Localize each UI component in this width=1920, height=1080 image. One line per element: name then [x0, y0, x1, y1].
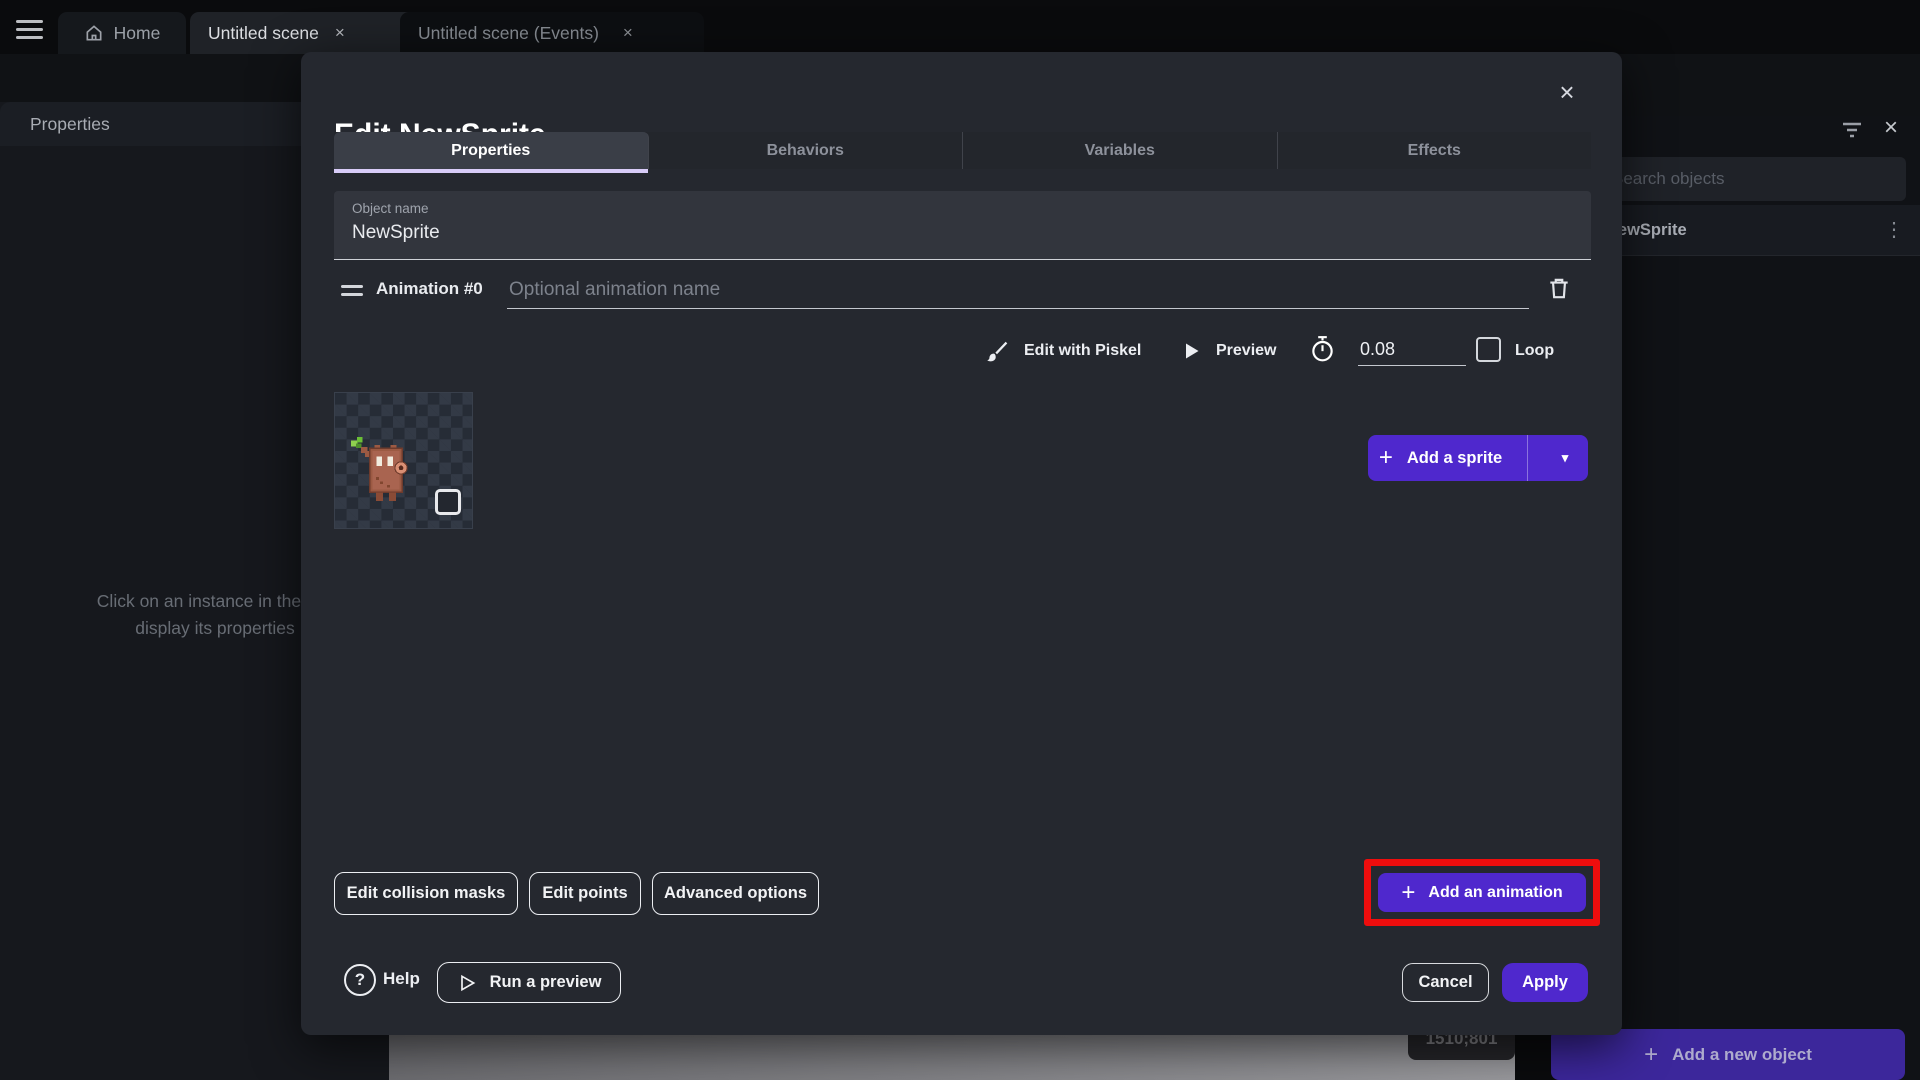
dialog-tabs: Properties Behaviors Variables Effects [334, 132, 1592, 173]
loop-label: Loop [1515, 342, 1555, 359]
cancel-button[interactable]: Cancel [1402, 963, 1489, 1002]
tab-variables[interactable]: Variables [963, 132, 1278, 169]
advanced-options-button[interactable]: Advanced options [652, 872, 819, 915]
tab-label: Untitled scene [208, 22, 319, 43]
close-tab-icon[interactable]: × [623, 23, 633, 43]
tab-label: Home [113, 22, 161, 43]
help-button[interactable]: Help [383, 969, 420, 989]
brush-icon [984, 338, 1010, 364]
tab-untitled-scene[interactable]: Untitled scene × [190, 12, 424, 54]
tab-behaviors[interactable]: Behaviors [649, 132, 963, 169]
timer-icon [1309, 335, 1336, 363]
object-name-field[interactable]: Object name NewSprite [334, 191, 1591, 260]
edit-points-button[interactable]: Edit points [529, 872, 641, 915]
top-tab-bar: Home Untitled scene × Untitled scene (Ev… [0, 0, 1920, 54]
loop-checkbox[interactable] [1476, 337, 1501, 362]
highlight-rectangle: + Add an animation [1364, 859, 1600, 926]
play-icon [1181, 341, 1201, 361]
tab-properties[interactable]: Properties [334, 132, 649, 173]
drag-handle-icon[interactable] [341, 285, 363, 296]
animation-title: Animation #0 [376, 279, 483, 298]
object-name-label: Object name [352, 201, 429, 216]
tab-effects[interactable]: Effects [1278, 132, 1592, 169]
plus-icon: + [1644, 1040, 1659, 1068]
add-new-object-button[interactable]: + Add a new object [1551, 1029, 1905, 1080]
tab-label: Untitled scene (Events) [418, 22, 599, 43]
object-list-item[interactable]: NewSprite ⋮ [1580, 205, 1920, 256]
tab-untitled-scene-events[interactable]: Untitled scene (Events) × [400, 12, 704, 54]
main-menu-icon[interactable] [16, 20, 43, 39]
tab-home[interactable]: Home [58, 12, 186, 54]
edit-collision-masks-button[interactable]: Edit collision masks [334, 872, 518, 915]
add-sprite-button[interactable]: + Add a sprite ▾ [1368, 435, 1588, 481]
gdevelop-window: Home Untitled scene × Untitled scene (Ev… [0, 0, 1920, 1080]
scene-canvas-edge[interactable]: 1510;801 [389, 1018, 1515, 1080]
filter-icon[interactable] [1840, 120, 1864, 140]
object-menu-icon[interactable]: ⋮ [1884, 217, 1904, 242]
close-dialog-icon[interactable]: × [1549, 74, 1585, 110]
delete-animation-icon[interactable] [1546, 274, 1572, 302]
animation-name-input[interactable] [507, 272, 1529, 309]
play-outline-icon [457, 973, 477, 993]
apply-button[interactable]: Apply [1502, 963, 1588, 1002]
sprite-frame-thumbnail[interactable] [334, 392, 473, 529]
edit-with-piskel-button[interactable]: Edit with Piskel [984, 337, 1141, 365]
help-icon[interactable]: ? [344, 964, 376, 996]
plus-icon: + [1378, 444, 1393, 471]
run-preview-button[interactable]: Run a preview [437, 962, 621, 1003]
edit-sprite-dialog: Edit NewSprite × Properties Behaviors Va… [301, 52, 1622, 1035]
home-icon [84, 23, 104, 43]
close-panel-icon[interactable]: × [1884, 114, 1898, 142]
properties-panel-title: Properties [30, 113, 110, 134]
preview-button[interactable]: Preview [1181, 337, 1276, 365]
add-animation-button[interactable]: + Add an animation [1378, 873, 1586, 912]
plus-icon: + [1401, 878, 1416, 906]
search-objects-input[interactable] [1596, 157, 1906, 201]
frame-duration-input[interactable] [1358, 333, 1466, 366]
object-name-value: NewSprite [352, 222, 440, 243]
close-tab-icon[interactable]: × [335, 23, 345, 43]
frame-select-checkbox[interactable] [435, 489, 461, 515]
chevron-down-icon[interactable]: ▾ [1542, 435, 1588, 481]
objects-panel: × NewSprite ⋮ [1580, 114, 1920, 1080]
pig-sprite-image [351, 437, 408, 502]
